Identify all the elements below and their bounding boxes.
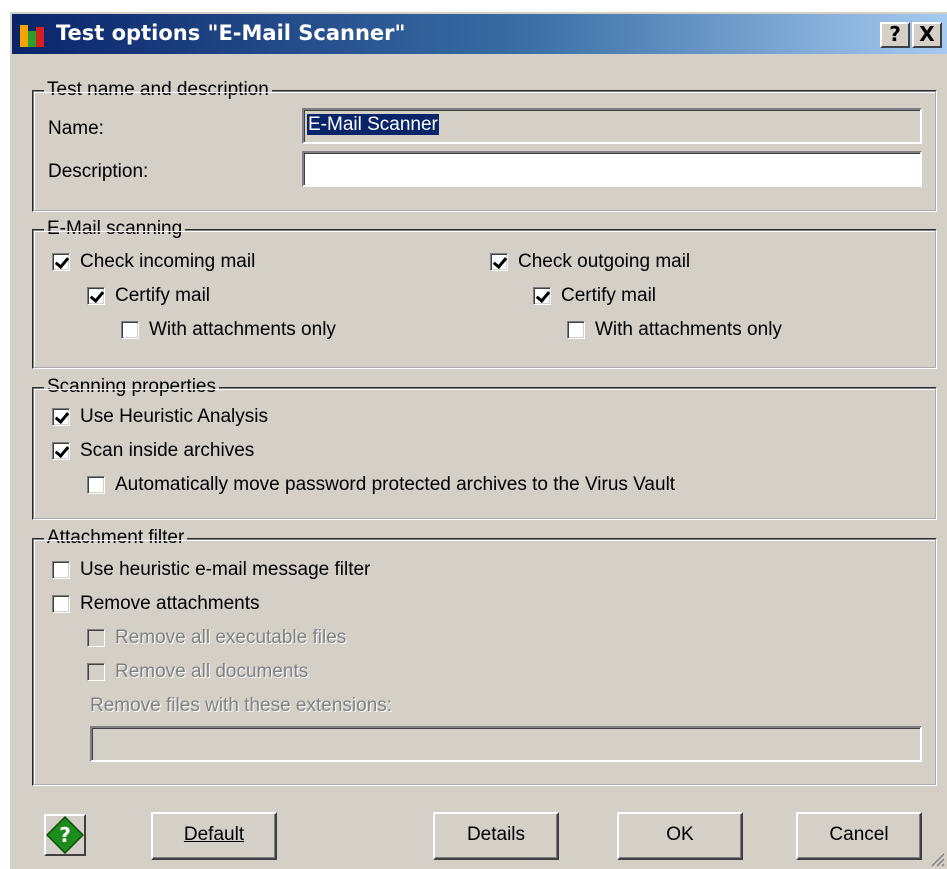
outgoing-attachments-only-checkbox[interactable]: With attachments only — [567, 318, 782, 342]
cancel-button[interactable]: Cancel — [796, 812, 922, 860]
checkbox-label: Remove attachments — [80, 593, 260, 614]
button-label: OK — [666, 824, 694, 845]
ok-button[interactable]: OK — [617, 812, 743, 860]
checkbox-box[interactable] — [121, 321, 139, 339]
checkbox-label: Scan inside archives — [80, 440, 255, 461]
heuristic-email-filter-checkbox[interactable]: Use heuristic e-mail message filter — [52, 558, 370, 582]
checkbox-label: Remove all executable files — [115, 627, 347, 648]
help-button[interactable]: ? — [44, 814, 86, 856]
name-field-value: E-Mail Scanner — [307, 114, 439, 135]
check-incoming-checkbox[interactable]: Check incoming mail — [52, 250, 255, 274]
certify-incoming-checkbox[interactable]: Certify mail — [87, 284, 210, 308]
certify-outgoing-checkbox[interactable]: Certify mail — [533, 284, 656, 308]
check-outgoing-checkbox[interactable]: Check outgoing mail — [490, 250, 690, 274]
checkbox-label: Certify mail — [561, 285, 657, 306]
checkbox-box[interactable] — [567, 321, 585, 339]
extensions-label: Remove files with these extensions: — [90, 695, 393, 716]
checkbox-label: With attachments only — [149, 319, 336, 340]
checkbox-label: Use heuristic e-mail message filter — [80, 559, 371, 580]
details-button[interactable]: Details — [433, 812, 559, 860]
checkbox-box[interactable] — [87, 663, 105, 681]
close-icon: X — [919, 22, 935, 46]
name-field[interactable]: E-Mail Scanner — [302, 108, 922, 144]
title-bar[interactable]: Test options "E-Mail Scanner" ? X — [12, 14, 947, 54]
checkbox-box[interactable] — [87, 287, 105, 305]
remove-attachments-checkbox[interactable]: Remove attachments — [52, 592, 260, 616]
group-legend: Test name and description — [44, 78, 272, 102]
button-label: Details — [466, 824, 526, 845]
description-label: Description: — [48, 161, 149, 182]
checkbox-box[interactable] — [533, 287, 551, 305]
checkbox-box[interactable] — [87, 476, 105, 494]
resize-grip-icon[interactable] — [929, 851, 945, 867]
checkbox-box[interactable] — [52, 408, 70, 426]
remove-executables-checkbox[interactable]: Remove all executable files — [87, 626, 346, 650]
checkbox-label: Automatically move password protected ar… — [115, 474, 676, 495]
checkbox-box[interactable] — [52, 442, 70, 460]
checkbox-box[interactable] — [490, 253, 508, 271]
heuristic-analysis-checkbox[interactable]: Use Heuristic Analysis — [52, 405, 268, 429]
app-icon — [20, 25, 44, 47]
group-legend: Attachment filter — [44, 526, 188, 550]
checkbox-label: Check incoming mail — [80, 251, 256, 272]
help-diamond-icon: ? — [46, 816, 84, 854]
question-icon: ? — [889, 22, 901, 46]
checkbox-label: With attachments only — [595, 319, 782, 340]
checkbox-label: Certify mail — [115, 285, 211, 306]
window-title: Test options "E-Mail Scanner" — [56, 21, 406, 45]
incoming-attachments-only-checkbox[interactable]: With attachments only — [121, 318, 336, 342]
checkbox-label: Check outgoing mail — [518, 251, 691, 272]
checkbox-box[interactable] — [52, 595, 70, 613]
checkbox-box[interactable] — [87, 629, 105, 647]
extensions-field[interactable] — [90, 726, 922, 762]
default-button[interactable]: Default — [151, 812, 277, 860]
description-field[interactable] — [302, 151, 922, 187]
scan-archives-checkbox[interactable]: Scan inside archives — [52, 439, 254, 463]
checkbox-box[interactable] — [52, 561, 70, 579]
checkbox-label: Remove all documents — [115, 661, 309, 682]
svg-text:?: ? — [59, 823, 71, 847]
checkbox-label: Use Heuristic Analysis — [80, 406, 268, 427]
group-legend: E-Mail scanning — [44, 217, 186, 241]
move-protected-archives-checkbox[interactable]: Automatically move password protected ar… — [87, 473, 675, 497]
button-label: Cancel — [829, 824, 889, 845]
name-label: Name: — [48, 118, 104, 139]
context-help-button[interactable]: ? — [880, 22, 910, 48]
remove-documents-checkbox[interactable]: Remove all documents — [87, 660, 308, 684]
checkbox-box[interactable] — [52, 253, 70, 271]
close-button[interactable]: X — [912, 22, 942, 48]
test-options-dialog: Test options "E-Mail Scanner" ? X Test n… — [8, 10, 947, 869]
group-legend: Scanning properties — [44, 375, 219, 399]
button-label: Default — [183, 824, 245, 845]
